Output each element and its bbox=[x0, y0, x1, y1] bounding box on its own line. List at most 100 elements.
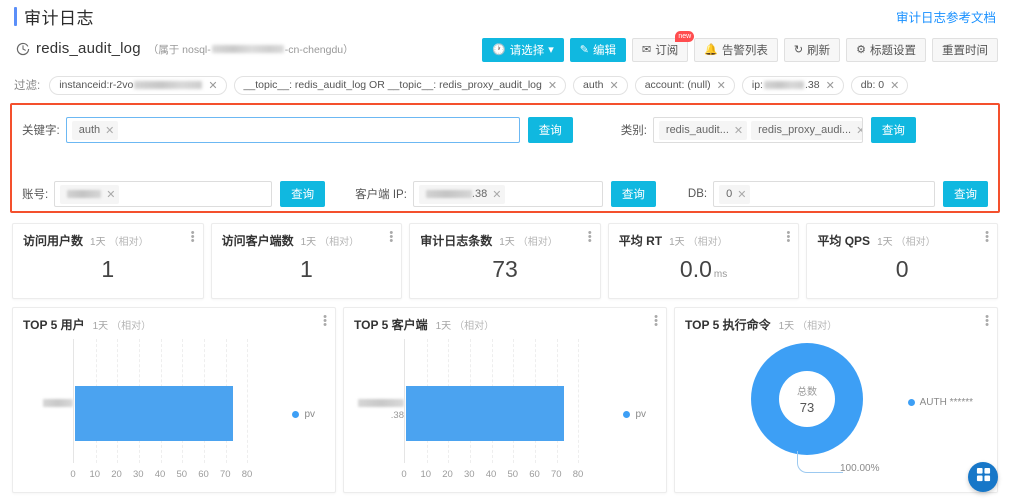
x-tick: 60 bbox=[529, 469, 540, 480]
redacted-account-value bbox=[67, 190, 102, 198]
keyword-chip[interactable]: auth ✕ bbox=[71, 120, 119, 140]
legend-label: AUTH ****** bbox=[919, 397, 973, 408]
gear-icon: ⚙ bbox=[856, 43, 866, 56]
apps-fab-button[interactable] bbox=[968, 462, 998, 492]
x-axis: 0 10 20 30 40 50 60 70 80 bbox=[401, 469, 600, 483]
close-icon[interactable]: ✕ bbox=[820, 79, 841, 92]
page-title-wrap: 审计日志 bbox=[14, 4, 94, 29]
db-input[interactable]: 0 ✕ bbox=[713, 181, 936, 207]
page-header: 审计日志 审计日志参考文档 bbox=[0, 0, 1010, 32]
chart-title: TOP 5 客户端 bbox=[354, 318, 428, 332]
search-panel: 关键字: auth ✕ 查询 类别: redis_audit... ✕ redi… bbox=[10, 103, 1000, 213]
filter-tag-instanceid[interactable]: instanceid:r-2vo ✕ bbox=[49, 75, 227, 95]
donut-total-value: 73 bbox=[799, 400, 815, 415]
close-icon[interactable]: ✕ bbox=[603, 79, 624, 92]
category-query-button[interactable]: 查询 bbox=[870, 117, 916, 143]
metric-card-audit-log-count: 审计日志条数 1天 （相对） • • • 73 bbox=[409, 223, 601, 299]
refresh-button[interactable]: ↻ 刷新 bbox=[783, 38, 841, 62]
close-icon[interactable]: ✕ bbox=[856, 124, 862, 137]
legend-color-dot bbox=[623, 411, 631, 418]
gridline bbox=[578, 339, 580, 463]
metric-value: 0.0 bbox=[679, 256, 712, 282]
edit-button[interactable]: ✎ 编辑 bbox=[569, 38, 626, 62]
x-tick: 60 bbox=[198, 469, 209, 480]
bar-segment[interactable] bbox=[75, 386, 234, 441]
chart-range: 1天 bbox=[92, 321, 109, 332]
category-chip-2[interactable]: redis_proxy_audi... ✕ bbox=[751, 120, 862, 140]
category-chip-text: redis_audit... bbox=[665, 124, 729, 136]
metric-head: 平均 QPS 1天 （相对） bbox=[817, 232, 987, 249]
chart-panel-row: TOP 5 用户 1天 （相对） • • • 0 10 20 30 40 50 … bbox=[0, 299, 1010, 493]
category-chip-1[interactable]: redis_audit... ✕ bbox=[658, 120, 748, 140]
category-input[interactable]: redis_audit... ✕ redis_proxy_audi... ✕ bbox=[652, 117, 863, 143]
bar-segment[interactable] bbox=[406, 386, 565, 441]
redacted-instance-id bbox=[211, 45, 284, 53]
metric-head: 平均 RT 1天 （相对） bbox=[619, 232, 789, 249]
close-icon[interactable]: ✕ bbox=[737, 188, 746, 201]
filter-tag-text: db: 0 bbox=[860, 79, 885, 91]
metric-card-avg-rt: 平均 RT 1天 （相对） • • • 0.0 ms bbox=[607, 223, 800, 299]
bar-category-suffix: .38 bbox=[390, 410, 404, 421]
keyword-query-button[interactable]: 查询 bbox=[527, 117, 573, 143]
account-input[interactable]: ✕ bbox=[54, 181, 273, 207]
toolbar: 🕐 请选择 ▾ ✎ 编辑 ✉ 订阅 new 🔔 告警列表 ↻ 刷新 ⚙ 标题设置… bbox=[482, 31, 998, 62]
chart-legend[interactable]: pv bbox=[623, 409, 646, 420]
more-options-icon[interactable]: • • • bbox=[985, 228, 989, 247]
chart-legend[interactable]: AUTH ****** bbox=[907, 397, 973, 408]
x-tick: 10 bbox=[89, 469, 101, 480]
close-icon[interactable]: ✕ bbox=[492, 188, 501, 201]
chart-legend[interactable]: pv bbox=[292, 409, 315, 420]
more-options-icon[interactable]: • • • bbox=[787, 228, 791, 247]
filter-tag-topic[interactable]: __topic__: redis_audit_log OR __topic__:… bbox=[233, 75, 567, 95]
db-chip[interactable]: 0 ✕ bbox=[719, 184, 751, 204]
close-icon[interactable]: ✕ bbox=[711, 79, 732, 92]
refresh-label: 刷新 bbox=[807, 45, 831, 57]
x-tick: 10 bbox=[420, 469, 432, 480]
close-icon[interactable]: ✕ bbox=[105, 124, 114, 137]
more-options-icon[interactable]: • • • bbox=[985, 312, 989, 331]
more-options-icon[interactable]: • • • bbox=[323, 312, 327, 331]
donut-center-text: 总数 73 bbox=[751, 343, 863, 455]
keyword-input[interactable]: auth ✕ bbox=[65, 117, 520, 143]
donut-chart-body: 总数 73 100.00% AUTH ****** bbox=[685, 335, 987, 492]
close-icon[interactable]: ✕ bbox=[542, 79, 563, 92]
close-icon[interactable]: ✕ bbox=[884, 79, 905, 92]
filter-tag-db[interactable]: db: 0 ✕ bbox=[850, 75, 909, 95]
filter-tag-text: account: (null) bbox=[644, 79, 711, 91]
filter-tag-auth[interactable]: auth ✕ bbox=[573, 75, 628, 95]
metric-title: 平均 QPS bbox=[817, 234, 871, 248]
close-icon[interactable]: ✕ bbox=[734, 124, 743, 137]
reset-time-button[interactable]: 重置时间 bbox=[932, 38, 998, 62]
close-icon[interactable]: ✕ bbox=[106, 188, 115, 201]
more-options-icon[interactable]: • • • bbox=[389, 228, 393, 247]
x-tick: 0 bbox=[401, 469, 407, 480]
more-options-icon[interactable]: • • • bbox=[654, 312, 658, 331]
page-title: 审计日志 bbox=[24, 9, 94, 28]
metric-value: 1 bbox=[101, 256, 115, 282]
filter-tag-row: 过滤: instanceid:r-2vo ✕ __topic__: redis_… bbox=[0, 74, 1010, 96]
filter-label: 过滤: bbox=[14, 80, 41, 92]
filter-tag-ip[interactable]: ip: .38 ✕ bbox=[741, 75, 844, 95]
account-chip[interactable]: ✕ bbox=[60, 184, 120, 204]
more-options-icon[interactable]: • • • bbox=[191, 228, 195, 247]
client-ip-input[interactable]: .38 ✕ bbox=[412, 181, 603, 207]
db-query-button[interactable]: 查询 bbox=[943, 181, 989, 207]
account-query-button[interactable]: 查询 bbox=[280, 181, 326, 207]
bell-box-icon: 🔔 bbox=[704, 43, 718, 56]
alarm-list-button[interactable]: 🔔 告警列表 bbox=[694, 38, 778, 62]
time-select-button[interactable]: 🕐 请选择 ▾ bbox=[482, 38, 564, 62]
filter-tag-account[interactable]: account: (null) ✕ bbox=[634, 75, 735, 95]
metric-relative: （相对） bbox=[517, 237, 558, 248]
client-ip-label: 客户端 IP: bbox=[355, 189, 407, 201]
instance-name: redis_audit_log bbox=[36, 40, 141, 57]
redacted-client-ip bbox=[358, 399, 404, 407]
client-ip-query-button[interactable]: 查询 bbox=[610, 181, 656, 207]
reference-doc-link[interactable]: 审计日志参考文档 bbox=[896, 7, 996, 26]
more-options-icon[interactable]: • • • bbox=[588, 228, 592, 247]
close-icon[interactable]: ✕ bbox=[202, 79, 223, 92]
client-ip-chip[interactable]: .38 ✕ bbox=[418, 184, 506, 204]
new-badge: new bbox=[675, 31, 695, 42]
chart-head: TOP 5 执行命令 1天 （相对） bbox=[685, 316, 987, 333]
title-setting-button[interactable]: ⚙ 标题设置 bbox=[846, 38, 926, 62]
metric-head: 审计日志条数 1天 （相对） bbox=[420, 232, 590, 249]
